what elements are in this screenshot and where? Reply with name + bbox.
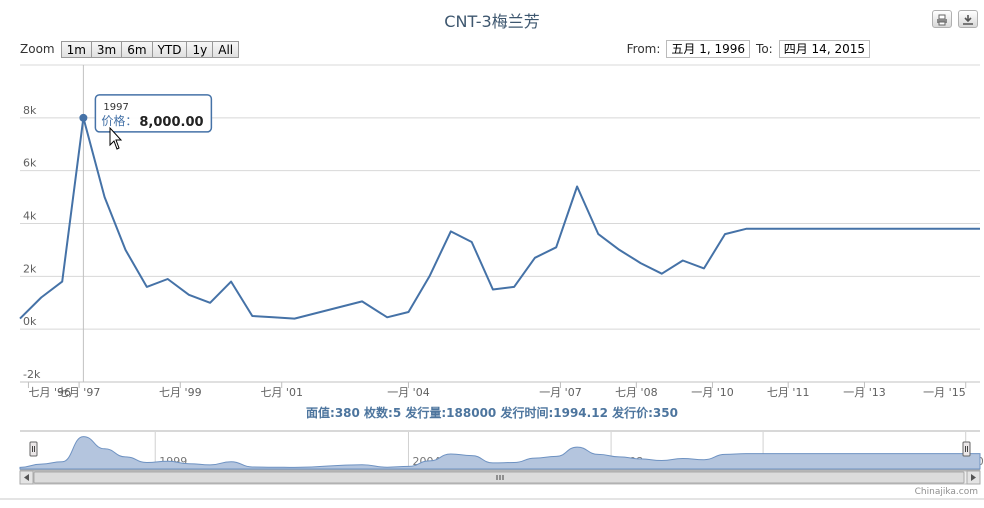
price-series-line [19,116,980,320]
navigator[interactable]: 19992004200820112015 [19,430,984,485]
x-tick-label: 七月 '11 [767,386,810,399]
price-chart[interactable]: -2k0k2k4k6k8k 七月 '96七月 '97 七月 '99 七月 '01 一月… [0,0,984,508]
navigator-handle-left[interactable] [29,441,38,457]
y-tick-label: 8k [23,104,37,117]
x-tick-label: 七月 '01 [260,386,303,399]
x-tick-label: 一月 '04 [387,386,430,399]
tooltip: 1997 价格： 8,000.00 [94,94,213,133]
x-tick-label: 一月 '10 [691,386,734,399]
navigator-area [19,436,981,470]
navigator-scrollbar[interactable] [19,470,981,485]
y-tick-label: 4k [23,210,37,223]
y-tick-label: 2k [23,262,37,275]
tooltip-value: 8,000.00 [139,115,203,130]
x-tick-label: 一月 '07 [539,386,582,399]
stamp-info-caption: 面值:380 枚数:5 发行量:188000 发行时间:1994.12 发行价:… [306,406,678,420]
y-tick-label: 6k [23,157,37,170]
hover-point [79,113,88,122]
tooltip-label: 价格： [101,113,137,128]
credit-link[interactable]: Chinajika.com [915,487,978,497]
y-tick-label: 0k [23,315,37,328]
y-tick-label: -2k [23,368,41,381]
tooltip-header: 1997 [103,102,128,113]
x-tick-label: 一月 '15 [923,386,966,399]
x-tick-label: 七月 '97 [58,386,101,399]
x-tick-label: 七月 '99 [159,386,202,399]
navigator-handle-right[interactable] [962,441,971,457]
x-tick-label: 七月 '08 [615,386,658,399]
x-tick-label: 一月 '13 [843,386,886,399]
